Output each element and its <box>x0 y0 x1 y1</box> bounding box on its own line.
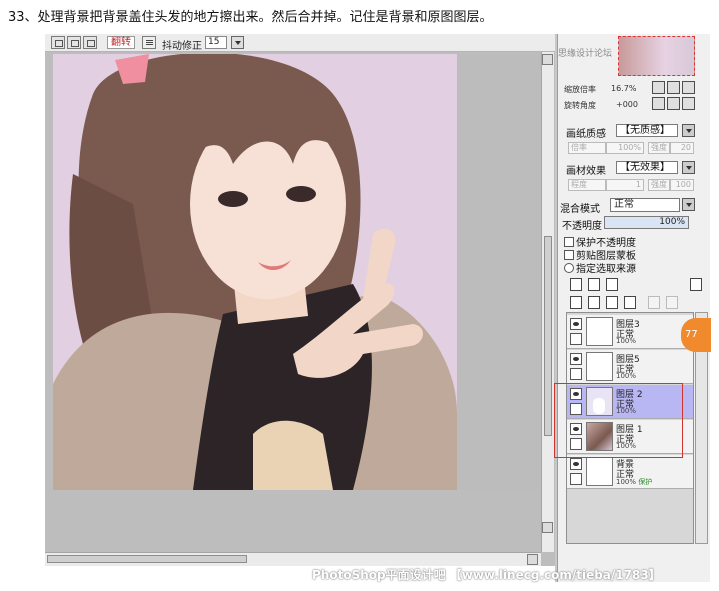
app-screenshot: 翻转 抖动修正 15 思缘设计论坛 缩放倍率 16.7% 旋转角度 +000 画… <box>45 34 710 582</box>
blend-mode-select[interactable]: 正常 <box>610 198 680 212</box>
menu-lines-icon[interactable] <box>142 36 156 49</box>
rotate-left-icon[interactable] <box>652 97 665 110</box>
paper-texture-dropdown-icon[interactable] <box>682 124 695 137</box>
top-toolbar: 翻转 抖动修正 15 <box>45 34 555 52</box>
layer-opacity: 100% <box>616 372 637 380</box>
navigator-thumbnail[interactable] <box>618 36 695 76</box>
toolbar-icon-1[interactable] <box>51 36 65 49</box>
material-width-value[interactable]: 1 <box>606 179 644 191</box>
layer-item[interactable]: 背景 正常 100% 保护 <box>567 455 693 489</box>
layer-thumbnail <box>586 317 613 346</box>
trash-icon[interactable] <box>624 296 636 309</box>
step-heading: 33、处理背景把背景盖住头发的地方擦出来。然后合并掉。记住是背景和原图图层。 <box>8 10 493 25</box>
zoom-value[interactable]: 16.7% <box>611 84 636 93</box>
layer-settings-icon[interactable] <box>690 278 702 291</box>
rotate-label: 旋转角度 <box>564 101 596 110</box>
eye-icon[interactable] <box>570 318 582 330</box>
paper-strength-label: 强度 <box>648 142 670 154</box>
eye-icon[interactable] <box>570 353 582 365</box>
material-width-label: 程度 <box>568 179 606 191</box>
canvas-photo[interactable] <box>53 54 457 490</box>
selection-source-radio[interactable]: 指定选取来源 <box>564 260 636 275</box>
layer-thumbnail <box>586 457 613 486</box>
scroll-right-icon[interactable] <box>527 554 538 565</box>
layer-item[interactable]: 图层3 正常 100% <box>567 315 693 349</box>
material-strength-label: 强度 <box>648 179 670 191</box>
vertical-scroll-thumb[interactable] <box>544 236 552 436</box>
layer-lock-icon[interactable] <box>570 333 582 345</box>
paper-rate-value[interactable]: 100% <box>606 142 644 154</box>
layer-thumbnail <box>586 352 613 381</box>
zoom-label: 缩放倍率 <box>564 85 596 94</box>
stabilizer-label: 抖动修正 <box>162 41 202 52</box>
layer-opacity: 100% <box>616 337 637 345</box>
folder-icon[interactable] <box>606 278 618 291</box>
mask-icon[interactable] <box>648 296 660 309</box>
scroll-down-icon[interactable] <box>542 522 553 533</box>
zoom-in-icon[interactable] <box>667 81 680 94</box>
opacity-label: 不透明度 <box>562 221 602 232</box>
scroll-up-icon[interactable] <box>542 54 553 65</box>
horizontal-scrollbar[interactable] <box>45 552 541 566</box>
rotate-reset-icon[interactable] <box>682 97 695 110</box>
toolbar-icon-3[interactable] <box>83 36 97 49</box>
clear-layer-icon[interactable] <box>606 296 618 309</box>
highlight-box <box>554 383 683 458</box>
zoom-reset-icon[interactable] <box>682 81 695 94</box>
tool-panel: 思缘设计论坛 缩放倍率 16.7% 旋转角度 +000 画纸质感 【无质感】 倍… <box>557 34 710 582</box>
material-dropdown-icon[interactable] <box>682 161 695 174</box>
paper-rate-label: 倍率 <box>568 142 606 154</box>
paper-texture-select[interactable]: 【无质感】 <box>616 124 678 137</box>
new-layer-icon[interactable] <box>570 278 582 291</box>
layer-lock-icon[interactable] <box>570 473 582 485</box>
canvas-area[interactable] <box>45 52 555 582</box>
new-layer-set-icon[interactable] <box>588 278 600 291</box>
canvas-margin <box>457 54 541 490</box>
site-watermark: PhotoShop平面设计吧 【www.linecg.com/tieba/178… <box>312 568 661 582</box>
material-label: 画材效果 <box>566 166 606 177</box>
selection-source-label: 指定选取来源 <box>576 264 636 275</box>
toolbar-icon-2[interactable] <box>67 36 81 49</box>
portrait-image <box>53 54 457 490</box>
floating-badge[interactable]: 77 <box>681 318 711 352</box>
paper-strength-value[interactable]: 20 <box>670 142 694 154</box>
rotate-right-icon[interactable] <box>667 97 680 110</box>
stabilizer-dropdown-icon[interactable] <box>231 36 244 49</box>
layer-item[interactable]: 图层5 正常 100% <box>567 350 693 384</box>
opacity-slider[interactable]: 100% <box>604 216 689 229</box>
material-select[interactable]: 【无效果】 <box>616 161 678 174</box>
vertical-scrollbar[interactable] <box>541 52 554 552</box>
stabilizer-input[interactable]: 15 <box>205 36 227 49</box>
forum-watermark: 思缘设计论坛 <box>558 49 613 59</box>
layer-lock-icon[interactable] <box>570 368 582 380</box>
apply-mask-icon[interactable] <box>666 296 678 309</box>
rotate-value[interactable]: +000 <box>616 100 638 109</box>
zoom-out-icon[interactable] <box>652 81 665 94</box>
horizontal-scroll-thumb[interactable] <box>47 555 247 563</box>
merge-down-icon[interactable] <box>588 296 600 309</box>
layer-opacity: 100% 保护 <box>616 478 653 486</box>
paper-texture-label: 画纸质感 <box>566 129 606 140</box>
blend-mode-label: 混合模式 <box>560 204 600 215</box>
blend-mode-dropdown-icon[interactable] <box>682 198 695 211</box>
copy-layer-icon[interactable] <box>570 296 582 309</box>
layer-visibility-box[interactable] <box>570 458 582 470</box>
material-strength-value[interactable]: 100 <box>670 179 694 191</box>
flip-button[interactable]: 翻转 <box>107 36 135 49</box>
